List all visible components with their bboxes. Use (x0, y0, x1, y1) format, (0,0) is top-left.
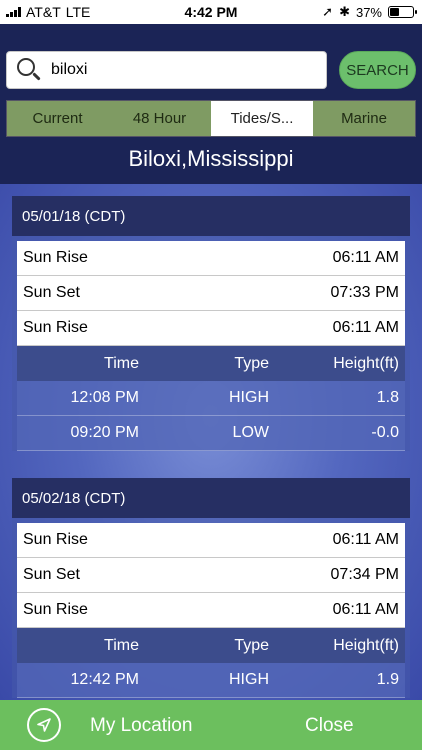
tide-table-header: Time Type Height(ft) (17, 628, 405, 663)
status-bar: AT&T LTE 4:42 PM ➚ ✱ 37% (0, 0, 422, 24)
tide-time: 12:08 PM (70, 389, 139, 406)
sun-event-time: 07:33 PM (330, 284, 399, 301)
col-type: Type (234, 354, 269, 372)
tab-48-hour[interactable]: 48 Hour (108, 101, 211, 136)
tab-bar: Current 48 Hour Tides/S... Marine (6, 100, 416, 137)
day-card: 05/01/18 (CDT) Sun Rise 06:11 AM Sun Set… (12, 196, 410, 451)
sun-event-time: 06:11 AM (332, 531, 399, 548)
tide-row: 09:20 PM LOW -0.0 (17, 416, 405, 451)
battery-icon (388, 6, 417, 18)
tide-height: -0.0 (371, 424, 399, 441)
search-box[interactable] (6, 51, 327, 89)
sun-event-time: 07:34 PM (330, 566, 399, 583)
sun-event-label: Sun Set (23, 284, 80, 301)
tab-tides-sun[interactable]: Tides/S... (211, 101, 313, 136)
day-card: 05/02/18 (CDT) Sun Rise 06:11 AM Sun Set… (12, 478, 410, 698)
tide-table-header: Time Type Height(ft) (17, 346, 405, 381)
tide-height: 1.8 (376, 389, 399, 406)
bluetooth-icon: ✱ (339, 4, 350, 19)
battery-percent: 37% (355, 4, 382, 20)
col-height: Height(ft) (333, 354, 399, 372)
tide-type: HIGH (229, 389, 269, 406)
city-title: Biloxi,Mississippi (128, 146, 294, 171)
sun-row: Sun Rise 06:11 AM (17, 523, 405, 558)
sun-row: Sun Set 07:33 PM (17, 276, 405, 311)
tide-row: 12:08 PM HIGH 1.8 (17, 381, 405, 416)
tide-row: 12:42 PM HIGH 1.9 (17, 663, 405, 698)
tide-type: HIGH (229, 671, 269, 688)
status-right: ➚ ✱ 37% (322, 4, 417, 20)
bottom-bar: My Location Close (0, 700, 422, 750)
sun-event-time: 06:11 AM (332, 601, 399, 618)
search-input[interactable] (51, 61, 311, 79)
sun-event-time: 06:11 AM (332, 319, 399, 336)
sun-event-time: 06:11 AM (332, 249, 399, 266)
sun-event-label: Sun Rise (23, 601, 88, 618)
day-date: 05/01/18 (CDT) (12, 196, 410, 236)
tide-time: 12:42 PM (70, 671, 139, 688)
sun-event-label: Sun Set (23, 566, 80, 583)
search-icon (15, 56, 43, 84)
col-height: Height(ft) (333, 636, 399, 654)
col-type: Type (234, 636, 269, 654)
col-time: Time (104, 354, 139, 372)
sun-event-label: Sun Rise (23, 531, 88, 548)
tide-time: 09:20 PM (70, 424, 139, 441)
tab-current[interactable]: Current (7, 101, 108, 136)
tab-marine[interactable]: Marine (313, 101, 415, 136)
sun-row: Sun Rise 06:11 AM (17, 593, 405, 628)
battery-fill (390, 8, 399, 16)
tide-height: 1.9 (376, 671, 399, 688)
sun-row: Sun Rise 06:11 AM (17, 241, 405, 276)
day-body: Sun Rise 06:11 AM Sun Set 07:33 PM Sun R… (12, 236, 410, 451)
day-body: Sun Rise 06:11 AM Sun Set 07:34 PM Sun R… (12, 518, 410, 698)
sun-row: Sun Set 07:34 PM (17, 558, 405, 593)
search-button[interactable]: SEARCH (339, 51, 416, 89)
close-button[interactable]: Close (305, 715, 354, 737)
location-arrow-icon: ➚ (322, 4, 334, 19)
sun-event-label: Sun Rise (23, 249, 88, 266)
col-time: Time (104, 636, 139, 654)
day-date: 05/02/18 (CDT) (12, 478, 410, 518)
tides-list[interactable]: 05/01/18 (CDT) Sun Rise 06:11 AM Sun Set… (0, 184, 422, 700)
sun-row: Sun Rise 06:11 AM (17, 311, 405, 346)
header: SEARCH Current 48 Hour Tides/S... Marine… (0, 24, 422, 184)
location-arrow-icon[interactable] (27, 708, 61, 742)
my-location-button[interactable]: My Location (90, 715, 192, 737)
sun-event-label: Sun Rise (23, 319, 88, 336)
tide-type: LOW (232, 424, 269, 441)
